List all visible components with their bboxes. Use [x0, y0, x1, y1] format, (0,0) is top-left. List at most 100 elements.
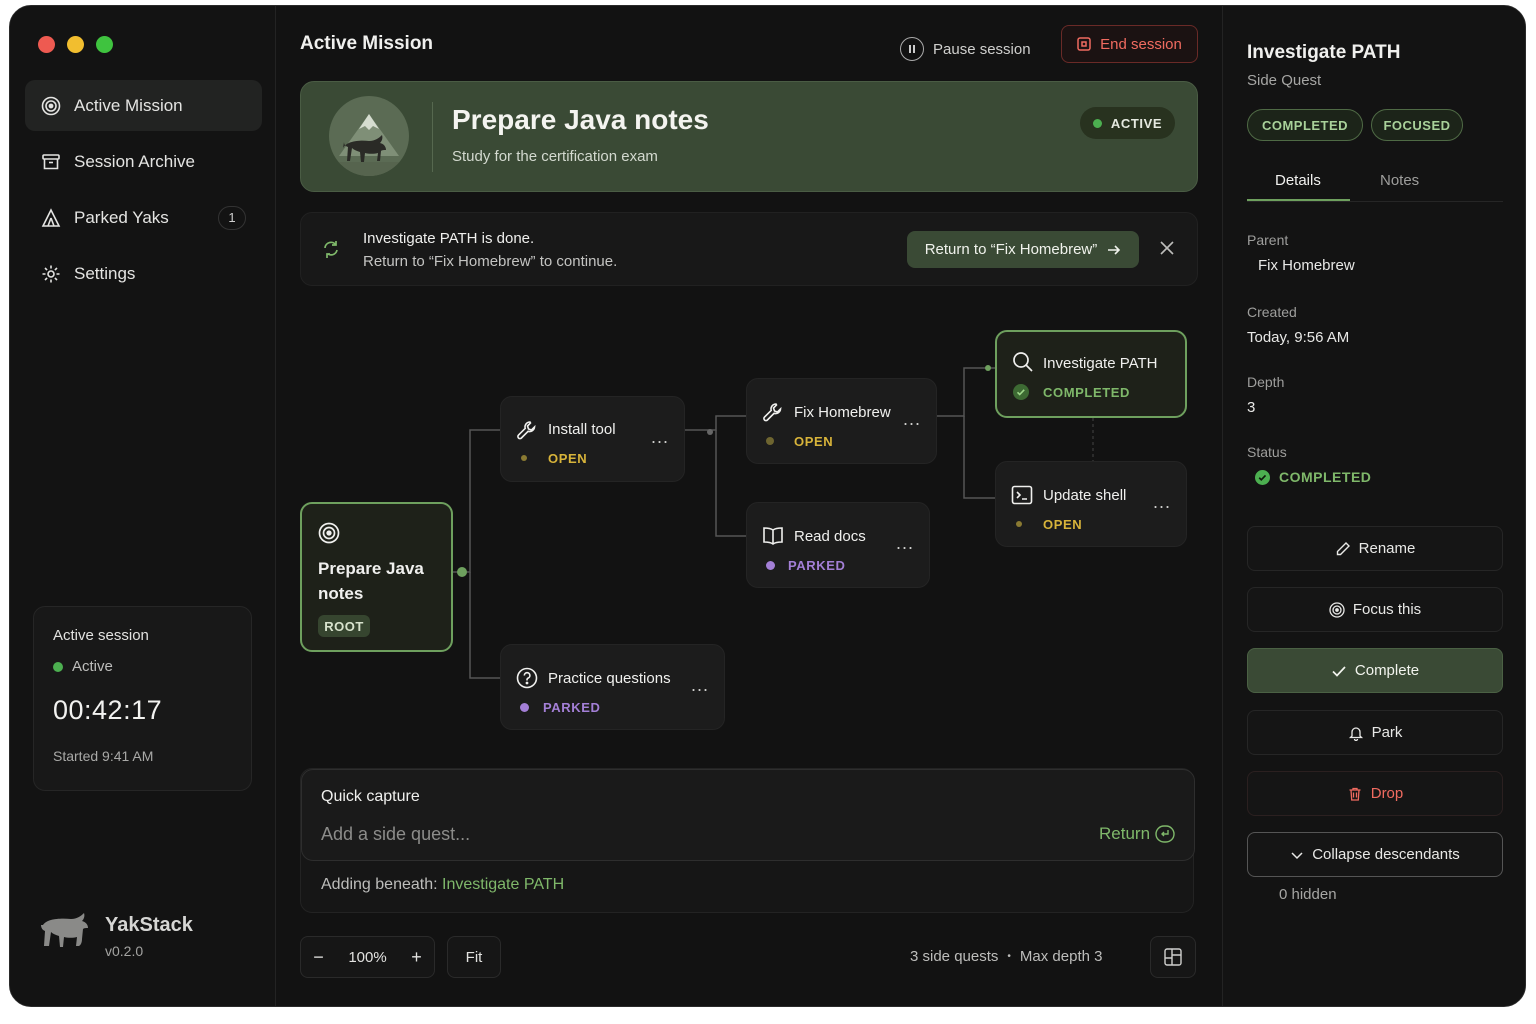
return-to-parent-button[interactable]: Return to “Fix Homebrew” [907, 231, 1139, 268]
target-icon [41, 96, 61, 116]
check-icon [1331, 663, 1347, 679]
parent-value[interactable]: Fix Homebrew [1258, 257, 1355, 274]
session-timer: 00:42:17 [53, 695, 163, 725]
terminal-icon [1011, 484, 1033, 511]
status-dot-icon [766, 561, 775, 570]
focused-pill: FOCUSED [1371, 109, 1463, 141]
yak-logo-icon [35, 911, 93, 962]
focus-label: Focus this [1352, 601, 1422, 618]
sidebar-item-session-archive[interactable]: Session Archive [25, 136, 262, 187]
session-status: Active [53, 658, 232, 675]
park-button[interactable]: Park [1247, 710, 1503, 755]
more-menu-button[interactable]: ... [903, 409, 921, 430]
tree-node-root[interactable]: Prepare Java notes ROOT [300, 502, 453, 652]
node-title: Read docs [794, 528, 866, 545]
more-menu-button[interactable]: ... [691, 675, 709, 696]
bell-icon [1348, 725, 1364, 741]
session-title: Active session [53, 627, 149, 644]
maximize-window-button[interactable] [96, 36, 113, 53]
check-circle-icon [1255, 469, 1270, 485]
details-title: Investigate PATH [1247, 42, 1401, 63]
pause-session-button[interactable]: Pause session [900, 30, 1031, 68]
sidebar-nav: Active Mission Session Archive Parked Ya… [25, 80, 262, 304]
complete-button[interactable]: Complete [1247, 648, 1503, 693]
tab-details[interactable]: Details [1275, 172, 1321, 189]
more-menu-button[interactable]: ... [651, 427, 669, 448]
notice-title: Investigate PATH is done. [363, 230, 535, 247]
page-title: Active Mission [300, 33, 434, 54]
chevron-down-icon [1290, 848, 1304, 862]
collapse-descendants-button[interactable]: Collapse descendants [1247, 832, 1503, 877]
focus-this-button[interactable]: Focus this [1247, 587, 1503, 632]
tab-notes[interactable]: Notes [1380, 172, 1419, 189]
status-text: COMPLETED [1279, 469, 1372, 485]
details-tabs: Details Notes [1247, 166, 1503, 202]
end-session-button[interactable]: End session [1061, 25, 1198, 63]
mission-subtitle: Study for the certification exam [452, 148, 658, 165]
sidebar-item-label: Session Archive [74, 151, 195, 171]
fit-button[interactable]: Fit [447, 936, 501, 978]
drop-button[interactable]: Drop [1247, 771, 1503, 816]
capture-target: Adding beneath: Investigate PATH [321, 876, 564, 894]
archive-icon [41, 152, 61, 172]
quick-capture-heading: Quick capture [321, 788, 420, 805]
help-circle-icon [516, 667, 538, 694]
side-quest-input[interactable] [321, 820, 1081, 848]
pause-icon [900, 37, 924, 61]
mission-avatar [329, 96, 409, 176]
tree-node-update-shell[interactable]: Update shell OPEN ... [995, 461, 1187, 547]
wrench-icon [762, 401, 784, 428]
more-menu-button[interactable]: ... [896, 533, 914, 554]
node-status: OPEN [794, 434, 834, 449]
app-window: Active Mission Session Archive Parked Ya… [9, 5, 1526, 1007]
trash-icon [1347, 786, 1363, 802]
active-session-card: Active session Active 00:42:17 Started 9… [33, 606, 252, 791]
end-label: End session [1100, 35, 1182, 53]
target-icon [1329, 601, 1345, 618]
sidebar-item-settings[interactable]: Settings [25, 248, 262, 299]
quick-capture-box: Quick capture Return [301, 769, 1195, 861]
created-label: Created [1247, 304, 1297, 320]
zoom-in-button[interactable]: + [411, 947, 422, 968]
count-badge: 1 [218, 205, 246, 230]
tree-node-read-docs[interactable]: Read docs PARKED ... [746, 502, 930, 588]
sidebar-item-parked-yaks[interactable]: Parked Yaks 1 [25, 192, 262, 243]
node-title: Investigate PATH [1043, 355, 1158, 372]
capture-target-name: Investigate PATH [442, 876, 565, 893]
wrench-icon [516, 419, 538, 446]
active-tab-indicator [1247, 199, 1350, 201]
rename-button[interactable]: Rename [1247, 526, 1503, 571]
close-icon[interactable] [1159, 240, 1175, 261]
collapse-label: Collapse descendants [1312, 846, 1460, 863]
tree-node-investigate-path[interactable]: Investigate PATH COMPLETED [995, 330, 1187, 418]
status-label: ACTIVE [1110, 115, 1163, 131]
pause-label: Pause session [933, 40, 1031, 58]
mission-banner: Prepare Java notes Study for the certifi… [300, 81, 1198, 192]
tree-node-practice-questions[interactable]: Practice questions PARKED ... [500, 644, 725, 730]
sidebar-item-active-mission[interactable]: Active Mission [25, 80, 262, 131]
stats-separator: • [1007, 951, 1011, 962]
depth-value: 3 [1247, 399, 1256, 416]
close-window-button[interactable] [38, 36, 55, 53]
tree-node-install-tool[interactable]: Install tool OPEN ... [500, 396, 685, 482]
minimize-window-button[interactable] [67, 36, 84, 53]
layout-toggle-button[interactable] [1150, 936, 1196, 978]
parent-label: Parent [1247, 232, 1289, 248]
node-title: notes [318, 584, 364, 603]
enter-key-icon [1155, 825, 1175, 843]
created-value: Today, 9:56 AM [1247, 329, 1350, 346]
node-status: PARKED [543, 700, 601, 715]
return-submit-button[interactable]: Return [1099, 824, 1175, 844]
return-label: Return [1099, 824, 1151, 843]
tree-node-fix-homebrew[interactable]: Fix Homebrew OPEN ... [746, 378, 937, 464]
brand-version: v0.2.0 [105, 943, 144, 959]
details-subtitle: Side Quest [1247, 72, 1322, 89]
more-menu-button[interactable]: ... [1153, 492, 1171, 513]
drop-label: Drop [1370, 785, 1404, 802]
window-controls [38, 36, 113, 53]
sidebar: Active Mission Session Archive Parked Ya… [10, 6, 276, 1006]
tree-stats: 3 side quests • Max depth 3 [910, 948, 1102, 965]
sidebar-item-label: Active Mission [74, 95, 183, 115]
session-started: Started 9:41 AM [53, 748, 154, 764]
zoom-out-button[interactable]: − [313, 947, 324, 968]
